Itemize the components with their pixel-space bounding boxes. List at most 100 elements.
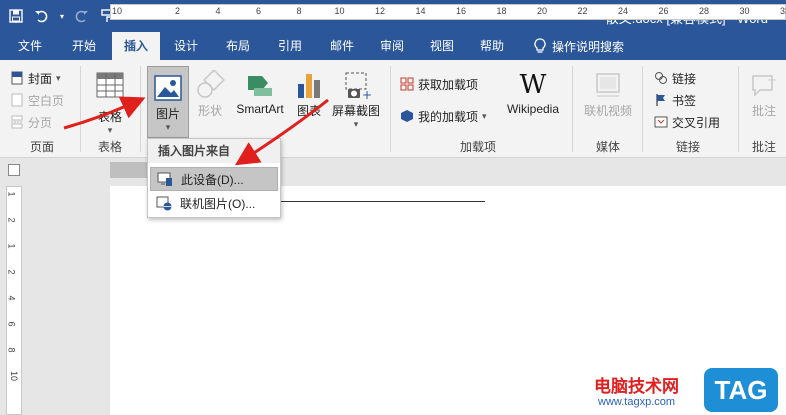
lightbulb-icon <box>534 38 546 53</box>
ruler-tick-label: 14 <box>415 6 426 16</box>
my-addins-icon <box>401 110 413 122</box>
vertical-ruler[interactable]: 1 2 1 2 4 6 8 10 <box>6 186 22 415</box>
tab-view[interactable]: 视图 <box>422 32 462 60</box>
save-icon[interactable] <box>6 6 26 26</box>
blank-page-button[interactable]: 空白页 <box>10 90 64 110</box>
tab-file[interactable]: 文件 <box>8 32 52 60</box>
device-icon <box>157 172 172 186</box>
this-device-menu-item[interactable]: 此设备(D)... <box>150 167 278 191</box>
ruler-tick-label: 10 <box>111 6 123 16</box>
document-text-line <box>280 201 485 202</box>
cross-reference-icon <box>654 116 668 128</box>
get-addins-label: 获取加载项 <box>418 77 479 92</box>
my-addins-button[interactable]: 我的加载项 ▾ <box>400 106 487 126</box>
vertical-ruler-tick-label: 1 <box>6 243 17 249</box>
ruler-tick-label: 16 <box>455 6 467 16</box>
ribbon-insert: 封面 ▾ 空白页 分页 页面 表格 ▾ 表格 图片 ▾ 形状 SmartArt … <box>0 60 786 158</box>
chevron-down-icon: ▾ <box>107 125 113 135</box>
ruler-tick-label: 10 <box>334 6 345 16</box>
link-label: 链接 <box>672 71 697 86</box>
ruler-margin <box>110 162 148 178</box>
shapes-button[interactable]: 形状 <box>194 64 226 119</box>
vertical-ruler-tick-label: 8 <box>6 347 17 353</box>
get-addins-icon <box>400 77 414 91</box>
chevron-down-icon: ▾ <box>482 110 487 121</box>
smartart-label: SmartArt <box>236 102 284 116</box>
vertical-ruler-tick-label: 4 <box>6 295 17 301</box>
online-pictures-label: 联机图片(O)... <box>180 196 256 211</box>
redo-icon[interactable] <box>72 6 92 26</box>
tab-insert[interactable]: 插入 <box>112 32 160 60</box>
online-pictures-icon <box>156 196 172 211</box>
tab-references[interactable]: 引用 <box>270 32 310 60</box>
tab-selector[interactable] <box>8 164 20 176</box>
shapes-label: 形状 <box>197 104 222 118</box>
shapes-icon <box>197 70 225 98</box>
undo-icon[interactable] <box>32 6 52 26</box>
bookmark-button[interactable]: 书签 <box>654 90 696 110</box>
group-divider <box>642 66 643 152</box>
screenshot-button[interactable]: + 屏幕截图 ▾ <box>330 64 382 130</box>
online-video-label: 联机视频 <box>583 104 632 118</box>
table-button[interactable]: 表格 ▾ <box>90 64 130 136</box>
tab-layout[interactable]: 布局 <box>218 32 258 60</box>
tab-review[interactable]: 审阅 <box>372 32 412 60</box>
document-page[interactable] <box>110 186 786 415</box>
picture-icon <box>154 75 182 101</box>
table-icon <box>96 72 124 98</box>
smartart-button[interactable]: SmartArt <box>232 64 288 116</box>
bookmark-label: 书签 <box>672 93 697 108</box>
svg-text:+: + <box>767 73 777 87</box>
ruler-tick-label: 6 <box>255 6 262 16</box>
cross-reference-button[interactable]: 交叉引用 <box>654 112 720 132</box>
table-label: 表格 <box>97 110 122 124</box>
tab-help[interactable]: 帮助 <box>472 32 512 60</box>
get-addins-button[interactable]: 获取加载项 <box>400 74 478 94</box>
addins-group-label: 加载项 <box>459 140 496 154</box>
insert-picture-dropdown: 插入图片来自 此设备(D)... 联机图片(O)... <box>147 138 281 218</box>
pictures-label: 图片 <box>155 107 180 121</box>
group-divider <box>140 66 141 152</box>
link-button[interactable]: 链接 <box>654 68 696 88</box>
dropdown-header: 插入图片来自 <box>148 139 280 163</box>
pictures-button[interactable]: 图片 ▾ <box>147 66 189 138</box>
svg-text:+: + <box>362 88 372 100</box>
tables-group-label: 表格 <box>97 140 122 154</box>
pages-group-label: 页面 <box>29 140 54 154</box>
online-pictures-menu-item[interactable]: 联机图片(O)... <box>150 191 278 215</box>
ruler-tick-label: 18 <box>496 6 507 16</box>
undo-dropdown-icon[interactable]: ▾ <box>58 6 66 26</box>
ruler-tick-label: 32 <box>779 6 786 16</box>
page-break-icon <box>11 115 23 129</box>
online-video-icon <box>596 73 620 97</box>
tab-home[interactable]: 开始 <box>62 32 106 60</box>
my-addins-label: 我的加载项 <box>418 109 479 124</box>
tab-mailings[interactable]: 邮件 <box>322 32 362 60</box>
tell-me-search[interactable]: 操作说明搜索 <box>534 32 624 60</box>
link-icon <box>655 72 667 84</box>
watermark-text: 电脑技术网 <box>594 377 679 396</box>
ruler-tick-label: 26 <box>658 6 669 16</box>
ruler-tick-label: 4 <box>215 6 221 16</box>
chart-button[interactable]: 图表 <box>294 64 324 119</box>
cross-reference-label: 交叉引用 <box>672 115 721 130</box>
ruler-tick-label: 12 <box>374 6 386 16</box>
page-break-button[interactable]: 分页 <box>10 112 52 132</box>
online-video-button[interactable]: 联机视频 <box>582 64 634 119</box>
horizontal-ruler[interactable]: 102468101214161820222426283032 <box>110 4 786 20</box>
cover-page-button[interactable]: 封面 ▾ <box>10 68 61 88</box>
vertical-ruler-tick-label: 10 <box>9 370 20 382</box>
ruler-tick-label: 22 <box>577 6 588 16</box>
cover-page-label: 封面 <box>28 71 53 86</box>
tell-me-label: 操作说明搜索 <box>552 39 625 54</box>
ruler-tick-label: 2 <box>174 6 181 16</box>
wikipedia-button[interactable]: W Wikipedia <box>504 64 562 116</box>
media-group-label: 媒体 <box>595 140 620 154</box>
watermark-logo: TAG <box>704 368 778 412</box>
comment-button[interactable]: + 批注 <box>746 64 782 119</box>
links-group-label: 链接 <box>675 140 700 154</box>
ruler-tick-label: 24 <box>617 6 629 16</box>
tab-design[interactable]: 设计 <box>166 32 206 60</box>
comment-label: 批注 <box>751 104 776 118</box>
wikipedia-label: Wikipedia <box>506 102 560 116</box>
